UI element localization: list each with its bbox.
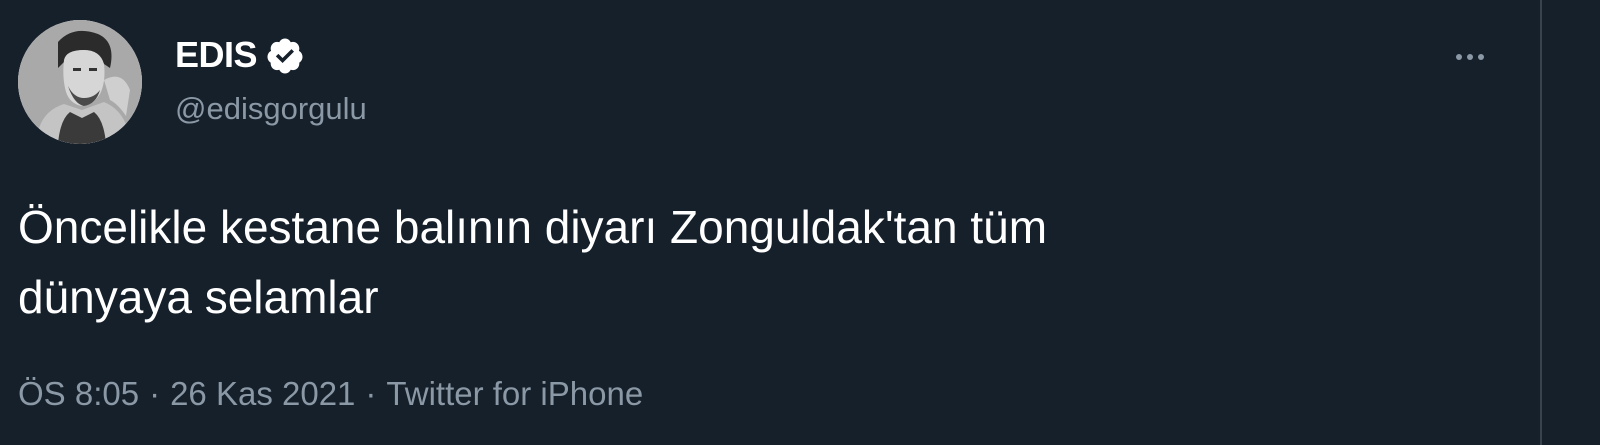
tweet-source[interactable]: Twitter for iPhone (386, 375, 643, 412)
tweet-time[interactable]: ÖS 8:05 (18, 375, 139, 412)
display-name[interactable]: EDIS (175, 33, 258, 77)
column-divider (1540, 0, 1542, 445)
tweet-text-line-1: Öncelikle kestane balının diyarı Zonguld… (18, 201, 1048, 253)
tweet-metadata: ÖS 8:05 · 26 Kas 2021 · Twitter for iPhone (18, 372, 643, 416)
avatar[interactable] (18, 20, 142, 144)
more-horizontal-icon-dot (1467, 54, 1473, 60)
more-button[interactable] (1445, 37, 1495, 77)
tweet-text: Öncelikle kestane balının diyarı Zonguld… (18, 192, 1458, 332)
verified-badge-icon (265, 36, 305, 76)
more-horizontal-icon (1456, 54, 1462, 60)
tweet-card: EDIS @edisgorgulu Öncelikle kestane balı… (0, 0, 1539, 445)
separator: · (365, 375, 377, 412)
separator: · (149, 375, 161, 412)
tweet-text-line-2: dünyaya selamlar (18, 271, 379, 323)
more-horizontal-icon-dot (1478, 54, 1484, 60)
avatar-photo-icon (18, 20, 142, 144)
tweet-date[interactable]: 26 Kas 2021 (170, 375, 355, 412)
author-handle[interactable]: @edisgorgulu (175, 90, 367, 128)
author-name-row[interactable]: EDIS (175, 33, 305, 77)
